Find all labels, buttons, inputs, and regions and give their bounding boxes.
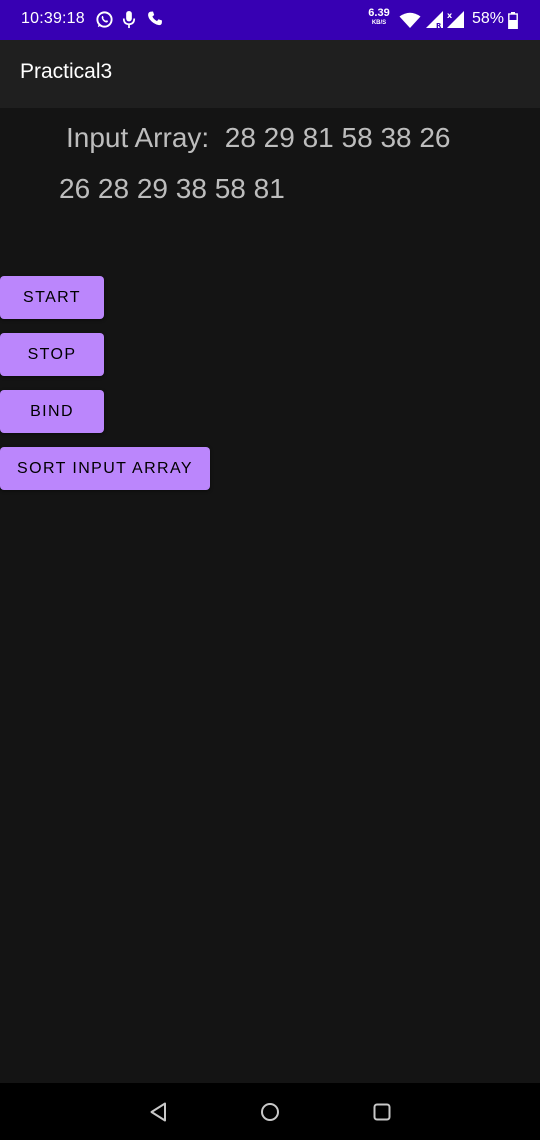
sorted-array-text: 26 28 29 38 58 81 [59, 173, 285, 204]
bind-button[interactable]: BIND [0, 390, 104, 433]
input-array-text: Input Array: 28 29 81 58 38 26 [66, 122, 451, 153]
phone-icon [148, 11, 162, 26]
signal-icon: R [426, 11, 443, 29]
network-speed: 6.39 KB/S [366, 7, 392, 27]
stop-button[interactable]: STOP [0, 333, 104, 376]
svg-text:x: x [447, 11, 453, 20]
microphone-icon [122, 10, 136, 29]
battery-icon [508, 12, 518, 29]
status-time: 10:39:18 [21, 10, 85, 27]
whatsapp-icon [96, 11, 113, 28]
network-speed-unit: KB/S [371, 20, 387, 26]
status-bar: 10:39:18 6.39 KB/S R x 58% [0, 0, 540, 40]
back-icon[interactable] [146, 1099, 172, 1125]
recents-icon[interactable] [369, 1099, 395, 1125]
app-screen: 10:39:18 6.39 KB/S R x 58% Practical3 In… [0, 0, 540, 1140]
app-bar: Practical3 [0, 40, 540, 108]
svg-text:R: R [436, 22, 442, 29]
app-title: Practical3 [20, 60, 113, 83]
signal-x-icon: x [447, 11, 464, 28]
home-icon[interactable] [257, 1099, 283, 1125]
sort-input-array-button[interactable]: SORT INPUT ARRAY [0, 447, 210, 490]
start-button[interactable]: START [0, 276, 104, 319]
wifi-icon [399, 12, 421, 28]
battery-percent: 58% [472, 10, 505, 27]
network-speed-value: 6.39 [368, 7, 390, 19]
navigation-bar [0, 1083, 540, 1140]
